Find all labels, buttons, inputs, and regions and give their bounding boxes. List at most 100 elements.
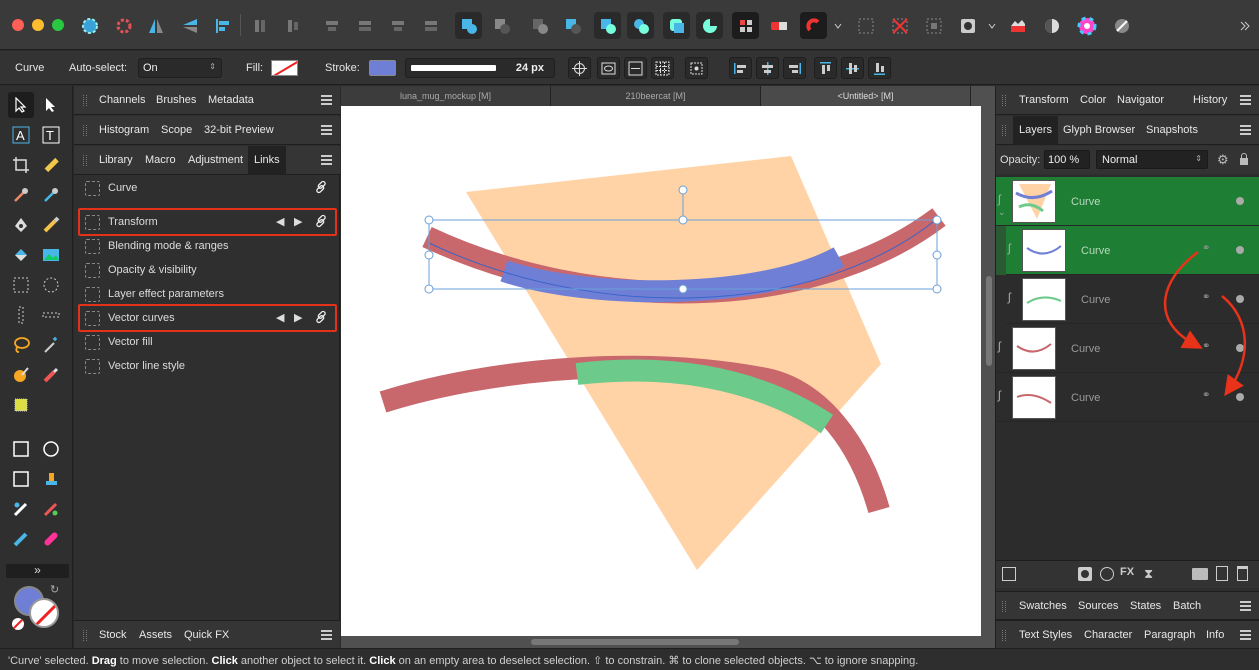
- tab-glyph-browser[interactable]: Glyph Browser: [1063, 124, 1135, 136]
- distribute-2-icon[interactable]: [279, 12, 306, 39]
- stretch-icon[interactable]: [624, 57, 647, 79]
- transform-origin-icon[interactable]: [568, 57, 591, 79]
- distribute-4-icon[interactable]: [351, 12, 378, 39]
- tab-quick-fx[interactable]: Quick FX: [184, 629, 229, 641]
- tab-info[interactable]: Info: [1206, 629, 1224, 641]
- ruler-tool-icon[interactable]: [38, 152, 64, 178]
- ctx-align-top-icon[interactable]: [814, 57, 837, 79]
- artistic-text-icon[interactable]: A: [8, 122, 34, 148]
- group-icon[interactable]: [663, 12, 690, 39]
- tab-color[interactable]: Color: [1080, 94, 1106, 106]
- panel-grip[interactable]: [83, 125, 87, 136]
- distribute-3-icon[interactable]: [318, 12, 345, 39]
- marquee-icon[interactable]: [852, 12, 879, 39]
- quick-mask-icon[interactable]: [954, 12, 981, 39]
- layer-row[interactable]: ʃ ⌄ Curve: [996, 177, 1259, 226]
- link-row-layer-effect-parameters[interactable]: Layer effect parameters: [76, 282, 340, 306]
- tab-navigator[interactable]: Navigator: [1117, 94, 1164, 106]
- panel-menu-icon[interactable]: [321, 155, 332, 165]
- show-pixel-icon[interactable]: [597, 57, 620, 79]
- move-tool-icon[interactable]: [8, 92, 34, 118]
- snapping-magnet-icon[interactable]: [800, 12, 827, 39]
- persona-photo-icon[interactable]: [76, 12, 103, 39]
- distribute-1-icon[interactable]: [246, 12, 273, 39]
- distribute-5-icon[interactable]: [384, 12, 411, 39]
- visibility-dot-icon[interactable]: [1236, 197, 1244, 205]
- smudge-tool-icon[interactable]: [8, 526, 34, 552]
- no-fill-small-icon[interactable]: [12, 618, 24, 630]
- tab-macro[interactable]: Macro: [145, 154, 176, 166]
- link-row-opacity-visibility[interactable]: Opacity & visibility: [76, 258, 340, 282]
- auto-select-dropdown[interactable]: On ⇕: [138, 58, 222, 78]
- mask-layer-icon[interactable]: [1078, 567, 1092, 581]
- tab-text-styles[interactable]: Text Styles: [1019, 629, 1072, 641]
- zoom-window-button[interactable]: [52, 19, 64, 31]
- stroke-swatch[interactable]: [369, 60, 396, 76]
- align-left-icon[interactable]: [209, 12, 236, 39]
- tab-assets[interactable]: Assets: [139, 629, 172, 641]
- ellipse-tool-icon[interactable]: [38, 436, 64, 462]
- shape-tool-icon[interactable]: [8, 466, 34, 492]
- settings-gear-icon[interactable]: [110, 12, 137, 39]
- panel-menu-icon[interactable]: [1240, 125, 1251, 135]
- link-checkbox[interactable]: [85, 263, 100, 278]
- panel-menu-icon[interactable]: [1240, 601, 1251, 611]
- adjustment-layer-icon[interactable]: [1100, 567, 1114, 581]
- tab-batch[interactable]: Batch: [1173, 600, 1201, 612]
- panel-menu-icon[interactable]: [321, 95, 332, 105]
- tab-history[interactable]: History: [1193, 94, 1227, 106]
- fill-tool-icon[interactable]: [8, 242, 34, 268]
- expand-chevron-icon[interactable]: ⌄: [998, 207, 1006, 218]
- row-marquee-icon[interactable]: [38, 302, 64, 328]
- tab-sources[interactable]: Sources: [1078, 600, 1118, 612]
- tab-links[interactable]: Links: [248, 146, 286, 175]
- boolean-intersect-icon[interactable]: [526, 12, 553, 39]
- panel-grip[interactable]: [1002, 601, 1006, 612]
- tab-32bit-preview[interactable]: 32-bit Preview: [204, 124, 274, 136]
- swap-colors-icon[interactable]: ↻: [50, 583, 59, 596]
- panel-grip[interactable]: [83, 155, 87, 166]
- live-filter-icon[interactable]: ⧗: [1144, 566, 1153, 582]
- flip-horizontal-icon[interactable]: [142, 12, 169, 39]
- tab-adjustment[interactable]: Adjustment: [188, 154, 243, 166]
- tab-transform[interactable]: Transform: [1019, 94, 1069, 106]
- new-pixel-layer-icon[interactable]: [1216, 566, 1228, 581]
- frame-text-icon[interactable]: T: [38, 122, 64, 148]
- retouch-brush-icon[interactable]: [38, 362, 64, 388]
- vertical-scrollbar[interactable]: [986, 276, 992, 366]
- color-picker-icon[interactable]: [1004, 12, 1031, 39]
- panel-menu-icon[interactable]: [1240, 630, 1251, 640]
- mesh-warp-icon[interactable]: [8, 496, 34, 522]
- fill-color-circle[interactable]: [29, 598, 59, 628]
- flip-vertical-icon[interactable]: [176, 12, 203, 39]
- lasso-tool-icon[interactable]: [8, 332, 34, 358]
- contrast-icon[interactable]: [1038, 12, 1065, 39]
- chart-grid-icon[interactable]: [732, 12, 759, 39]
- invert-selection-icon[interactable]: [920, 12, 947, 39]
- tab-character[interactable]: Character: [1084, 629, 1132, 641]
- bandage-tool-icon[interactable]: [38, 526, 64, 552]
- stroke-width-slider[interactable]: 24 px: [405, 58, 555, 78]
- link-checkbox[interactable]: [85, 287, 100, 302]
- assistant-icon[interactable]: [1108, 12, 1135, 39]
- tab-histogram[interactable]: Histogram: [99, 124, 149, 136]
- tab-channels[interactable]: Channels: [99, 94, 145, 106]
- chain-link-icon[interactable]: [314, 180, 328, 194]
- panel-grip[interactable]: [1002, 95, 1006, 106]
- healing-brush-icon[interactable]: [38, 496, 64, 522]
- tab-stock[interactable]: Stock: [99, 629, 127, 641]
- expand-tools-icon[interactable]: »: [6, 564, 69, 578]
- panel-grip[interactable]: [83, 95, 87, 106]
- tab-library[interactable]: Library: [99, 154, 133, 166]
- link-row-vector-fill[interactable]: Vector fill: [76, 330, 340, 354]
- boolean-subtract-icon[interactable]: [488, 12, 515, 39]
- blend-mode-dropdown[interactable]: Normal ⇕: [1096, 150, 1208, 169]
- horizontal-scrollbar[interactable]: [531, 639, 739, 645]
- doc-tab-untitled[interactable]: <Untitled> [M]: [761, 86, 971, 106]
- tab-scope[interactable]: Scope: [161, 124, 192, 136]
- canvas[interactable]: [341, 106, 995, 648]
- eyedropper-tool-icon[interactable]: [38, 182, 64, 208]
- boolean-xor-icon[interactable]: [559, 12, 586, 39]
- color-picker-tool-icon[interactable]: [8, 182, 34, 208]
- doc-tab-beercat[interactable]: 210beercat [M]: [551, 86, 761, 106]
